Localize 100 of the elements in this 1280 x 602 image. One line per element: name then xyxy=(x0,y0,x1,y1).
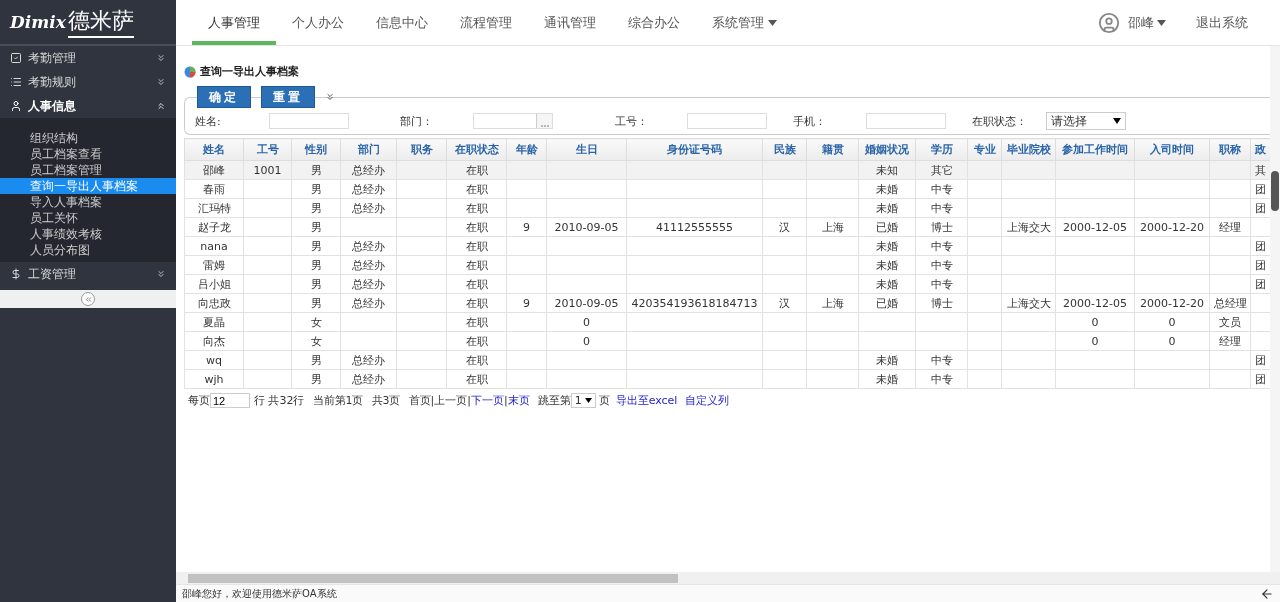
column-header[interactable]: 在职状态 xyxy=(446,138,507,161)
sidebar-item[interactable]: 组织结构 xyxy=(0,130,176,146)
table-cell: 在职 xyxy=(465,315,488,329)
expand-icon[interactable] xyxy=(325,92,335,102)
user-menu[interactable]: 邵峰 xyxy=(1128,13,1166,32)
table-cell: 夏晶 xyxy=(203,315,225,329)
nav-tab[interactable]: 综合办公 xyxy=(612,0,696,45)
sidebar-group[interactable]: 考勤管理 xyxy=(0,46,176,70)
table-cell: 2000-12-05 xyxy=(1063,296,1127,310)
table-cell: 团 xyxy=(1255,201,1266,215)
table-cell: 2010-09-05 xyxy=(554,220,619,234)
table-cell: 已婚 xyxy=(876,296,898,310)
caret-icon xyxy=(584,398,592,403)
column-header[interactable]: 工号 xyxy=(243,138,292,161)
table-cell: 已婚 xyxy=(876,220,898,234)
sidebar-item[interactable]: 人事绩效考核 xyxy=(0,226,176,242)
input-field[interactable] xyxy=(269,113,349,129)
table-cell: 在职 xyxy=(465,258,488,272)
sidebar-item[interactable]: 员工关怀 xyxy=(0,210,176,226)
column-header[interactable]: 入司时间 xyxy=(1134,138,1210,161)
column-header[interactable]: 部门 xyxy=(340,138,397,161)
column-header[interactable]: 性别 xyxy=(291,138,341,161)
table-cell: wq xyxy=(206,353,222,367)
pager-text: 共3页 xyxy=(371,393,401,408)
pie-chart-icon xyxy=(184,65,196,78)
column-header[interactable]: 参加工作时间 xyxy=(1055,138,1135,161)
table-cell: 上海交大 xyxy=(1006,296,1051,310)
nav-tab[interactable]: 通讯管理 xyxy=(528,0,612,45)
filter-label: 工号： xyxy=(615,113,649,129)
caret-icon xyxy=(1113,118,1121,124)
column-header[interactable]: 生日 xyxy=(546,138,627,161)
page-size-field[interactable]: 12 xyxy=(210,393,250,408)
status-text: 邵峰您好，欢迎使用德米萨OA系统 xyxy=(182,586,337,601)
pager-link[interactable]: 末页 xyxy=(507,393,530,408)
confirm-button[interactable]: 确定 xyxy=(197,86,251,108)
table-cell: 向忠政 xyxy=(197,296,231,310)
table-cell: 未婚 xyxy=(876,239,898,253)
column-header[interactable]: 毕业院校 xyxy=(1001,138,1056,161)
column-header[interactable]: 婚姻状况 xyxy=(858,138,916,161)
table-cell: 总经办 xyxy=(352,258,385,272)
column-header[interactable]: 专业 xyxy=(967,138,1002,161)
column-header[interactable]: 年龄 xyxy=(506,138,547,161)
table-cell: 上海 xyxy=(821,220,844,234)
pager-link[interactable]: 下一页 xyxy=(470,393,504,408)
table-cell: 博士 xyxy=(930,296,953,310)
logout-link[interactable]: 退出系统 xyxy=(1196,13,1248,32)
status-select[interactable]: 请选择 xyxy=(1046,112,1126,130)
table-cell: 中专 xyxy=(930,353,953,367)
column-header[interactable]: 民族 xyxy=(762,138,807,161)
filter-label: 部门： xyxy=(400,113,434,129)
group-label: 工资管理 xyxy=(28,265,77,283)
nav-tab[interactable]: 系统管理 xyxy=(696,0,793,45)
horizontal-scrollbar[interactable] xyxy=(176,572,1280,584)
table-cell: 9 xyxy=(523,296,530,310)
page-select[interactable]: 1 xyxy=(570,393,596,408)
column-header[interactable]: 职称 xyxy=(1209,138,1251,161)
input-field[interactable] xyxy=(687,113,767,129)
column-header[interactable]: 籍贯 xyxy=(806,138,859,161)
action-link[interactable]: 导出至excel xyxy=(615,393,678,408)
table-cell: 团 xyxy=(1255,277,1266,291)
page-title: 查询一导出人事档案 xyxy=(200,64,299,79)
action-link[interactable]: 自定义列 xyxy=(685,393,730,408)
table-cell: 中专 xyxy=(930,277,953,291)
sidebar-group[interactable]: 人事信息 xyxy=(0,94,176,118)
sidebar-item[interactable]: 人员分布图 xyxy=(0,242,176,258)
table-cell: 向杰 xyxy=(203,334,225,348)
sidebar-item[interactable]: 员工档案查看 xyxy=(0,146,176,162)
sidebar-item[interactable]: 员工档案管理 xyxy=(0,162,176,178)
table-cell: 其 xyxy=(1255,163,1266,177)
collapse-button[interactable] xyxy=(81,292,95,306)
table-cell: 总经办 xyxy=(352,163,385,177)
input-field[interactable] xyxy=(866,113,946,129)
table-cell: 女 xyxy=(310,334,322,348)
table-cell: 团 xyxy=(1255,258,1266,272)
table-cell: 2000-12-20 xyxy=(1140,220,1204,234)
column-header[interactable]: 职务 xyxy=(396,138,447,161)
sidebar-group[interactable]: 工资管理 xyxy=(0,262,176,286)
nav-tab[interactable]: 流程管理 xyxy=(444,0,528,45)
table-cell: 0 xyxy=(1168,334,1176,348)
column-header[interactable]: 姓名 xyxy=(184,138,244,161)
column-header[interactable]: 政 xyxy=(1250,138,1270,161)
table-cell: 汉 xyxy=(779,220,790,234)
nav-tab[interactable]: 人事管理 xyxy=(192,0,276,45)
table-cell: 0 xyxy=(1091,315,1099,329)
sidebar-item[interactable]: 导入人事档案 xyxy=(0,194,176,210)
nav-tab[interactable]: 个人办公 xyxy=(276,0,360,45)
table-cell: 在职 xyxy=(465,277,488,291)
column-header[interactable]: 身份证号码 xyxy=(626,138,763,161)
scrollbar[interactable] xyxy=(1271,171,1279,211)
pager-text: 行 共32行 xyxy=(254,393,305,408)
chevron-icon xyxy=(156,77,166,87)
picker-field[interactable] xyxy=(473,113,553,129)
caret-icon xyxy=(1157,19,1166,26)
column-header[interactable]: 学历 xyxy=(915,138,968,161)
chevron-icon xyxy=(156,101,166,111)
separator-text: | xyxy=(467,394,471,407)
nav-tab[interactable]: 信息中心 xyxy=(360,0,444,45)
reset-button[interactable]: 重置 xyxy=(261,86,315,108)
sidebar-group[interactable]: 考勤规则 xyxy=(0,70,176,94)
table-cell: 总经理 xyxy=(1213,296,1247,310)
